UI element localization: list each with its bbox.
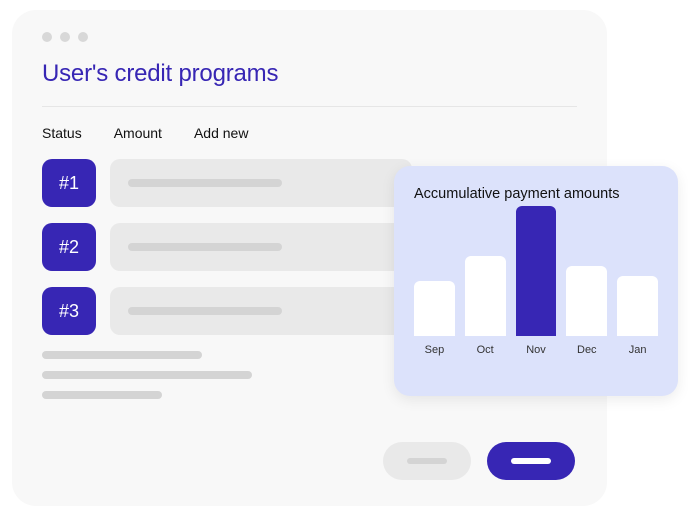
placeholder-line bbox=[42, 351, 202, 359]
chart-bar-column: Sep bbox=[414, 281, 455, 356]
credit-program-list: #1 #2 #3 bbox=[42, 159, 412, 335]
window-controls bbox=[42, 32, 577, 42]
chart-x-label: Jan bbox=[629, 344, 647, 356]
status-badge: #2 bbox=[42, 223, 96, 271]
chart-title: Accumulative payment amounts bbox=[414, 186, 658, 202]
action-bar bbox=[383, 442, 575, 480]
window-dot-icon bbox=[60, 32, 70, 42]
placeholder-line bbox=[42, 371, 252, 379]
amount-field[interactable] bbox=[110, 223, 412, 271]
placeholder-line bbox=[42, 391, 162, 399]
list-item[interactable]: #3 bbox=[42, 287, 412, 335]
chart-bar bbox=[566, 266, 607, 336]
confirm-button[interactable] bbox=[487, 442, 575, 480]
placeholder-line bbox=[128, 307, 282, 315]
chart-bar bbox=[414, 281, 455, 336]
status-badge: #3 bbox=[42, 287, 96, 335]
status-badge: #1 bbox=[42, 159, 96, 207]
chart-bar bbox=[617, 276, 658, 336]
col-status: Status bbox=[42, 125, 82, 141]
placeholder-line bbox=[128, 243, 282, 251]
cancel-button[interactable] bbox=[383, 442, 471, 480]
chart-x-label: Dec bbox=[577, 344, 597, 356]
column-headers: Status Amount Add new bbox=[42, 125, 577, 141]
button-label-placeholder bbox=[511, 458, 551, 464]
window-dot-icon bbox=[42, 32, 52, 42]
chart-x-label: Nov bbox=[526, 344, 546, 356]
col-amount: Amount bbox=[114, 125, 162, 141]
button-label-placeholder bbox=[407, 458, 447, 464]
chart-bar-column: Dec bbox=[566, 266, 607, 356]
amount-field[interactable] bbox=[110, 159, 412, 207]
chart-x-label: Oct bbox=[477, 344, 494, 356]
list-item[interactable]: #1 bbox=[42, 159, 412, 207]
chart-bar bbox=[465, 256, 506, 336]
chart-bar-column: Jan bbox=[617, 276, 658, 356]
window-dot-icon bbox=[78, 32, 88, 42]
page-title: User's credit programs bbox=[42, 60, 577, 107]
list-item[interactable]: #2 bbox=[42, 223, 412, 271]
chart-card: Accumulative payment amounts Sep Oct Nov De… bbox=[394, 166, 678, 396]
chart-bar-column: Oct bbox=[465, 256, 506, 356]
chart-bar-column: Nov bbox=[516, 206, 557, 356]
bar-chart: Sep Oct Nov Dec Jan bbox=[414, 216, 658, 356]
chart-bar bbox=[516, 206, 557, 336]
col-addnew[interactable]: Add new bbox=[194, 125, 248, 141]
placeholder-line bbox=[128, 179, 282, 187]
amount-field[interactable] bbox=[110, 287, 412, 335]
chart-x-label: Sep bbox=[425, 344, 445, 356]
